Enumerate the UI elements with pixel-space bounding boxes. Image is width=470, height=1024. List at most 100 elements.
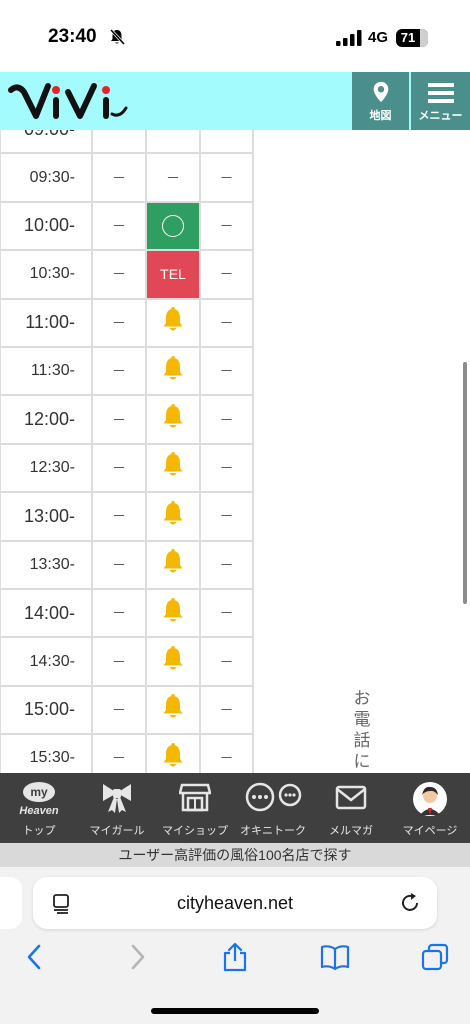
dash-text: －: [166, 130, 180, 139]
schedule-row: 13:30- － －: [0, 541, 255, 590]
tabs-icon[interactable]: [420, 942, 450, 972]
bell-icon: [161, 355, 185, 387]
slot-available[interactable]: [147, 202, 201, 252]
time-slot-label: 11:00-: [0, 299, 93, 348]
dash-text: －: [112, 130, 126, 139]
slot-unavailable: －: [201, 396, 254, 445]
slot-unavailable: －: [201, 541, 254, 590]
dash-text: －: [112, 363, 126, 380]
badge-top-text: my: [30, 785, 48, 799]
slot-unavailable: －: [201, 590, 254, 639]
slot-unavailable: －: [147, 130, 201, 155]
slot-tel[interactable]: TEL: [147, 251, 201, 300]
dash-text: －: [219, 508, 234, 525]
schedule-row: 11:00- － －: [0, 299, 255, 348]
url-text: cityheaven.net: [176, 893, 294, 913]
promo-banner[interactable]: ユーザー高評価の風俗100名店で探す: [0, 843, 470, 867]
map-pin-icon: [373, 81, 389, 103]
vivi-logo[interactable]: [8, 78, 128, 124]
dash-text: －: [112, 459, 126, 476]
slot-unavailable: －: [201, 493, 254, 542]
menu-button[interactable]: メニュー: [411, 72, 470, 130]
time-slot-label: 15:00-: [0, 686, 93, 736]
reload-icon[interactable]: [399, 892, 421, 914]
nav-my-girl-label: マイガール: [89, 825, 145, 837]
nav-my-shop[interactable]: マイショップ: [156, 773, 234, 843]
map-button[interactable]: 地図: [352, 72, 409, 130]
nav-my-girl[interactable]: マイガール: [78, 773, 156, 843]
time-slot-label: 13:30-: [0, 541, 93, 590]
dash-text: －: [219, 701, 234, 718]
slot-unavailable: －: [93, 299, 147, 348]
schedule-row: 09:00- － － －: [0, 130, 255, 155]
site-header: 地図 メニュー: [0, 72, 470, 130]
nav-top[interactable]: my Heaven トップ: [0, 773, 78, 843]
slot-notify[interactable]: [147, 396, 201, 445]
time-slot-label: 12:30-: [0, 444, 93, 494]
slot-notify[interactable]: [147, 444, 201, 494]
slot-notify[interactable]: [147, 590, 201, 639]
page-scrollbar[interactable]: [463, 362, 467, 604]
mail-icon: [335, 785, 367, 810]
slot-notify[interactable]: [147, 686, 201, 736]
schedule-row: 12:00- － －: [0, 396, 255, 445]
dash-text: －: [219, 266, 234, 283]
slot-unavailable: －: [201, 638, 254, 687]
share-icon[interactable]: [220, 942, 250, 972]
slot-notify[interactable]: [147, 541, 201, 590]
slot-notify[interactable]: [147, 493, 201, 542]
bell-muted-icon: [109, 28, 126, 46]
slot-notify[interactable]: [147, 348, 201, 397]
slot-notify[interactable]: [147, 638, 201, 687]
address-bar[interactable]: cityheaven.net: [33, 877, 437, 929]
slot-unavailable: －: [201, 202, 254, 252]
dash-text: －: [219, 750, 234, 767]
schedule-row: 10:30- － TEL －: [0, 251, 255, 300]
slot-unavailable: －: [93, 154, 147, 203]
time-slot-label: 14:30-: [0, 638, 93, 687]
side-vertical-note: お電話に: [353, 689, 371, 771]
schedule-row: 10:00- － －: [0, 202, 255, 252]
network-type: 4G: [368, 29, 389, 46]
slot-unavailable: －: [93, 735, 147, 773]
schedule-row: 11:30- － －: [0, 348, 255, 397]
battery-icon: 71: [396, 29, 428, 47]
slot-unavailable: －: [93, 348, 147, 397]
slot-notify[interactable]: [147, 735, 201, 773]
dash-text: －: [112, 314, 126, 331]
previous-tab-preview[interactable]: [0, 877, 22, 929]
time-slot-label: 10:30-: [0, 251, 93, 300]
bell-icon: [161, 694, 185, 725]
slot-unavailable: －: [93, 590, 147, 639]
dash-text: －: [112, 217, 126, 234]
battery-level: 71: [400, 30, 416, 45]
chat-bubbles-icon: [245, 782, 302, 812]
dash-text: －: [112, 508, 126, 525]
schedule-row: 12:30- － －: [0, 444, 255, 494]
nav-my-page[interactable]: マイページ: [390, 773, 470, 843]
bell-icon: [161, 307, 185, 338]
slot-unavailable: －: [147, 154, 201, 203]
menu-label: メニュー: [418, 110, 463, 122]
back-icon[interactable]: [20, 942, 50, 972]
slot-unavailable: －: [93, 638, 147, 687]
slot-unavailable: －: [201, 348, 254, 397]
slot-notify[interactable]: [147, 299, 201, 348]
nav-okini-talk[interactable]: オキニトーク: [234, 773, 312, 843]
dash-text: －: [219, 363, 234, 380]
slot-unavailable: －: [93, 686, 147, 736]
slot-unavailable: －: [93, 541, 147, 590]
slot-unavailable: －: [201, 251, 254, 300]
slot-unavailable: －: [93, 130, 147, 155]
time-slot-label: 15:30-: [0, 735, 93, 773]
bookmarks-icon[interactable]: [320, 942, 350, 972]
bell-icon: [161, 742, 185, 773]
nav-mail-magazine[interactable]: メルマガ: [312, 773, 390, 843]
avatar-icon: [413, 782, 447, 816]
slot-unavailable: －: [201, 130, 254, 155]
slot-unavailable: －: [93, 251, 147, 300]
dash-text: －: [219, 556, 234, 573]
forward-icon[interactable]: [122, 942, 152, 972]
home-indicator: [151, 1008, 319, 1014]
browser-toolbar: cityheaven.net: [0, 867, 470, 1024]
